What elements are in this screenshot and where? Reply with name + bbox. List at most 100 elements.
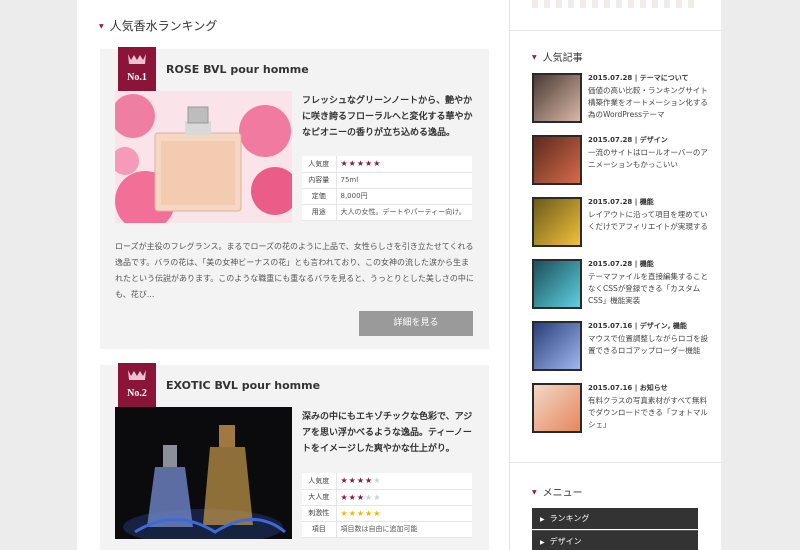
spec-value: 75ml <box>336 172 472 189</box>
post-meta: 2015.07.28 | デザイン <box>588 136 668 144</box>
spec-key: 人気度 <box>302 156 337 173</box>
post-category[interactable]: お知らせ <box>640 384 668 392</box>
spec-table: 人気度 ★★★★★ 内容量 75ml 定価 8,000円 用途 大人の女性。デートやパー… <box>302 156 472 221</box>
spec-value: 8,000円 <box>336 188 472 205</box>
popular-post-item[interactable]: 2015.07.16 | お知らせ有料クラスの写真素材がすべて無料でダウンロード… <box>532 383 712 433</box>
spec-row: 項目 項目数は自由に追加可能 <box>302 521 472 538</box>
ranking-card: No.2 EXOTIC BVL pour homme 深みの中にもエキゾチックな… <box>100 363 489 550</box>
section-title: ▼ 人気香水ランキング <box>99 17 217 34</box>
star-icon: ★ <box>373 492 382 502</box>
post-category[interactable]: デザイン, 機能 <box>640 322 687 330</box>
post-category[interactable]: 機能 <box>640 198 654 206</box>
star-icon: ★ <box>340 476 349 486</box>
spec-table: 人気度 ★★★★★ 大人度 ★★★★★ 刺激性 ★★★★★ 項目 項目数は自由に追加可能 <box>302 473 472 538</box>
post-meta: 2015.07.28 | 機能 <box>588 260 654 268</box>
post-date: 2015.07.16 <box>588 322 633 330</box>
star-icon: ★ <box>365 508 374 518</box>
blue-bottles-photo-icon[interactable] <box>532 259 582 309</box>
menu-title: ▼ メニュー <box>532 484 583 499</box>
popular-post-item[interactable]: 2015.07.28 | テーマについて価値の高い比較・ランキングサイト構築作業… <box>532 73 712 123</box>
star-icon: ★ <box>348 508 357 518</box>
post-category[interactable]: 機能 <box>640 260 654 268</box>
star-icon: ★ <box>365 476 374 486</box>
post-title[interactable]: マウスで位置調整しながらロゴを設置できるロゴアップローダー機能 <box>588 333 712 357</box>
triangle-icon: ▼ <box>532 54 537 61</box>
post-meta: 2015.07.16 | デザイン, 機能 <box>588 322 687 330</box>
spec-key: 定価 <box>302 188 337 205</box>
spec-row: 人気度 ★★★★★ <box>302 473 472 490</box>
product-image-exotic-perfume[interactable] <box>115 407 292 539</box>
spec-key: 大人度 <box>302 489 337 506</box>
arrow-right-icon: ▶ <box>540 539 545 546</box>
popular-post-item[interactable]: 2015.07.28 | デザイン一流のサイトはロールオーバーのアニメーションも… <box>532 135 712 185</box>
spec-row: 刺激性 ★★★★★ <box>302 505 472 522</box>
spec-row: 人気度 ★★★★★ <box>302 156 472 173</box>
post-category[interactable]: デザイン <box>640 136 668 144</box>
post-category[interactable]: テーマについて <box>640 74 689 82</box>
star-icon: ★ <box>356 492 366 502</box>
popular-post-item[interactable]: 2015.07.28 | 機能テーマファイルを直接編集することなくCSSが登録で… <box>532 259 712 309</box>
spec-key: 内容量 <box>302 172 337 189</box>
page: ▼ 人気香水ランキング No.1 ROSE BVL pour homme フレッ… <box>77 0 721 550</box>
popular-post-item[interactable]: 2015.07.28 | 機能レイアウトに沿って項目を埋めていくだけでアフィリエ… <box>532 197 712 247</box>
menu-item-label: ランキング <box>549 514 590 523</box>
menu-title-text: メニュー <box>542 488 583 499</box>
blue-flower-photo-icon[interactable] <box>532 321 582 371</box>
popular-posts-title-text: 人気記事 <box>542 53 583 64</box>
post-title[interactable]: レイアウトに沿って項目を埋めていくだけでアフィリエイトが実現する <box>588 209 712 233</box>
star-icon: ★ <box>373 476 382 486</box>
product-lead: 深みの中にもエキゾチックな色彩で、アジアを思い浮かべるような逸品。ティーノートを… <box>302 412 473 454</box>
menu-item-label: デザイン <box>549 537 582 546</box>
perfume-bottles-photo-icon[interactable] <box>532 135 582 185</box>
post-title[interactable]: 有料クラスの写真素材がすべて無料でダウンロードできる「フォトマルシェ」 <box>588 395 712 431</box>
star-icon: ★ <box>356 508 366 518</box>
portrait-photo-icon[interactable] <box>532 73 582 123</box>
main-column: ▼ 人気香水ランキング No.1 ROSE BVL pour homme フレッ… <box>77 0 508 550</box>
post-date: 2015.07.28 <box>588 136 633 144</box>
post-date: 2015.07.28 <box>588 74 633 82</box>
rating-stars: ★★★★★ <box>336 505 472 522</box>
menu-item-ranking[interactable]: ▶ ランキング <box>532 508 698 529</box>
detail-button[interactable]: 詳細を見る <box>359 311 473 336</box>
star-icon: ★ <box>340 492 349 502</box>
divider <box>510 30 721 31</box>
product-title[interactable]: ROSE BVL pour homme <box>166 63 309 76</box>
arrow-right-icon: ▶ <box>540 516 545 523</box>
product-image-rose-perfume[interactable] <box>115 91 292 223</box>
orange-lily-photo-icon[interactable] <box>532 383 582 433</box>
spec-key: 項目 <box>302 521 337 538</box>
product-description: ローズが主役のフレグランス。まるでローズの花のように上品で、女性らしさを引き立た… <box>115 242 474 299</box>
post-meta: 2015.07.16 | お知らせ <box>588 384 668 392</box>
post-meta: 2015.07.28 | 機能 <box>588 198 654 206</box>
menu-item-design[interactable]: ▶ デザイン <box>532 530 698 550</box>
star-icon: ★ <box>348 476 357 486</box>
sidebar: ▼ 人気記事 2015.07.28 | テーマについて価値の高い比較・ランキングサ… <box>509 0 721 550</box>
post-title[interactable]: 価値の高い比較・ランキングサイト構築作業をオートメーション化する為のWordPr… <box>588 85 712 121</box>
star-icon: ★ <box>365 492 374 502</box>
star-icon: ★ <box>356 476 366 486</box>
decorative-pattern <box>532 0 698 8</box>
post-title[interactable]: 一流のサイトはロールオーバーのアニメーションもかっこいい <box>588 147 712 171</box>
divider <box>510 462 721 463</box>
spec-key: 人気度 <box>302 473 337 490</box>
spec-row: 内容量 75ml <box>302 172 472 189</box>
spec-row: 用途 大人の女性。デートやパーティー向け。 <box>302 204 472 221</box>
yellow-perfume-photo-icon[interactable] <box>532 197 582 247</box>
spec-row: 大人度 ★★★★★ <box>302 489 472 506</box>
spec-key: 用途 <box>302 204 337 221</box>
spec-value: 大人の女性。デートやパーティー向け。 <box>336 204 472 221</box>
post-meta: 2015.07.28 | テーマについて <box>588 74 689 82</box>
post-date: 2015.07.28 <box>588 198 633 206</box>
section-title-text: 人気香水ランキング <box>109 19 218 33</box>
product-lead: フレッシュなグリーンノートから、艶やかに咲き誇るフローラルへと変化する華やかなピ… <box>302 96 473 138</box>
spec-row: 定価 8,000円 <box>302 188 472 205</box>
star-icon: ★ <box>340 508 349 518</box>
rating-stars: ★★★★★ <box>336 473 472 490</box>
rating-stars: ★★★★★ <box>336 156 472 173</box>
ranking-card: No.1 ROSE BVL pour homme フレッシュなグリーンノートから… <box>100 47 489 349</box>
product-title[interactable]: EXOTIC BVL pour homme <box>166 379 320 392</box>
post-date: 2015.07.16 <box>588 384 633 392</box>
post-title[interactable]: テーマファイルを直接編集することなくCSSが登録できる「カスタムCSS」機能実装 <box>588 271 712 307</box>
popular-post-item[interactable]: 2015.07.16 | デザイン, 機能マウスで位置調整しながらロゴを設置でき… <box>532 321 712 371</box>
rank-label: No.2 <box>127 388 147 399</box>
